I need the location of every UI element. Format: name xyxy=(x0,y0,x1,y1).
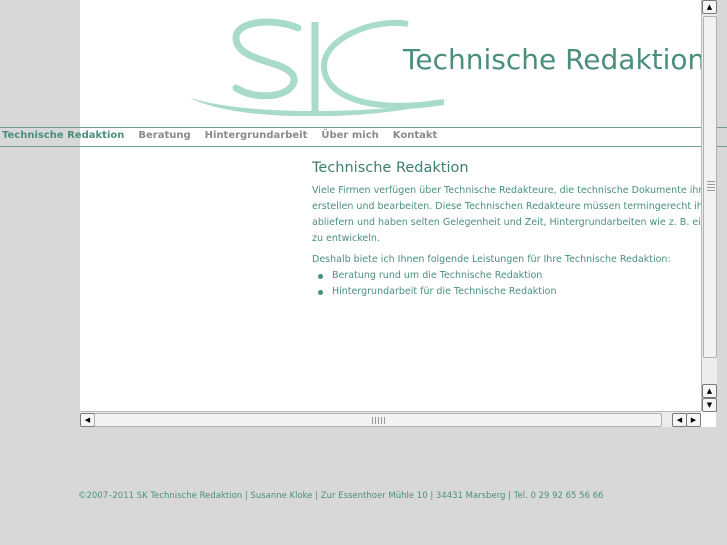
grip-icon xyxy=(372,417,386,424)
horizontal-scroll-thumb[interactable] xyxy=(94,413,662,427)
site-title: Technische Redaktion xyxy=(403,43,706,76)
nav-item-technische-redaktion[interactable]: Technische Redaktion xyxy=(2,130,124,144)
vertical-scroll-thumb[interactable] xyxy=(703,16,717,358)
nav-item-kontakt[interactable]: Kontakt xyxy=(393,130,438,144)
horizontal-scrollbar[interactable]: ◀ ◀ ▶ xyxy=(80,411,701,427)
scroll-right-button[interactable]: ▶ xyxy=(686,413,701,427)
intro-paragraph: Viele Firmen verfügen über Technische Re… xyxy=(312,185,716,244)
nav-item-hintergrundarbeit[interactable]: Hintergrundarbeit xyxy=(205,130,308,144)
content-heading: Technische Redaktion xyxy=(312,160,469,176)
nav-top-divider xyxy=(0,127,727,128)
arrow-left-icon: ◀ xyxy=(676,415,683,424)
arrow-up-icon: ▲ xyxy=(706,386,713,395)
arrow-up-icon: ▲ xyxy=(706,2,713,11)
arrow-left-icon: ◀ xyxy=(84,415,91,424)
arrow-right-icon: ▶ xyxy=(690,415,697,424)
arrow-down-icon: ▼ xyxy=(706,400,713,409)
footer-text: ©2007–2011 SK Technische Redaktion | Sus… xyxy=(78,491,604,501)
list-item: Beratung rund um die Technische Redaktio… xyxy=(318,268,716,284)
main-nav: Technische Redaktion Beratung Hintergrun… xyxy=(2,130,437,144)
vertical-scrollbar[interactable]: ▲ ▲ ▼ xyxy=(701,0,717,412)
scroll-up-button[interactable]: ▲ xyxy=(702,0,717,14)
scroll-left-button-right[interactable]: ◀ xyxy=(672,413,687,427)
nav-item-ueber-mich[interactable]: Über mich xyxy=(321,130,378,144)
list-item: Hintergrundarbeit für die Technische Red… xyxy=(318,284,716,300)
page-frame: Technische Redaktion Technische Redaktio… xyxy=(80,0,716,427)
services-paragraph: Deshalb biete ich Ihnen folgende Leistun… xyxy=(312,254,671,265)
scroll-left-button[interactable]: ◀ xyxy=(80,413,95,427)
services-list: Beratung rund um die Technische Redaktio… xyxy=(312,268,716,300)
nav-item-beratung[interactable]: Beratung xyxy=(138,130,190,144)
scroll-down-button[interactable]: ▼ xyxy=(702,398,717,412)
main-content: Technische Redaktion Viele Firmen verfüg… xyxy=(312,160,716,300)
scroll-up-button-lower[interactable]: ▲ xyxy=(702,384,717,398)
grip-icon xyxy=(707,181,715,193)
nav-bottom-divider xyxy=(0,146,727,147)
